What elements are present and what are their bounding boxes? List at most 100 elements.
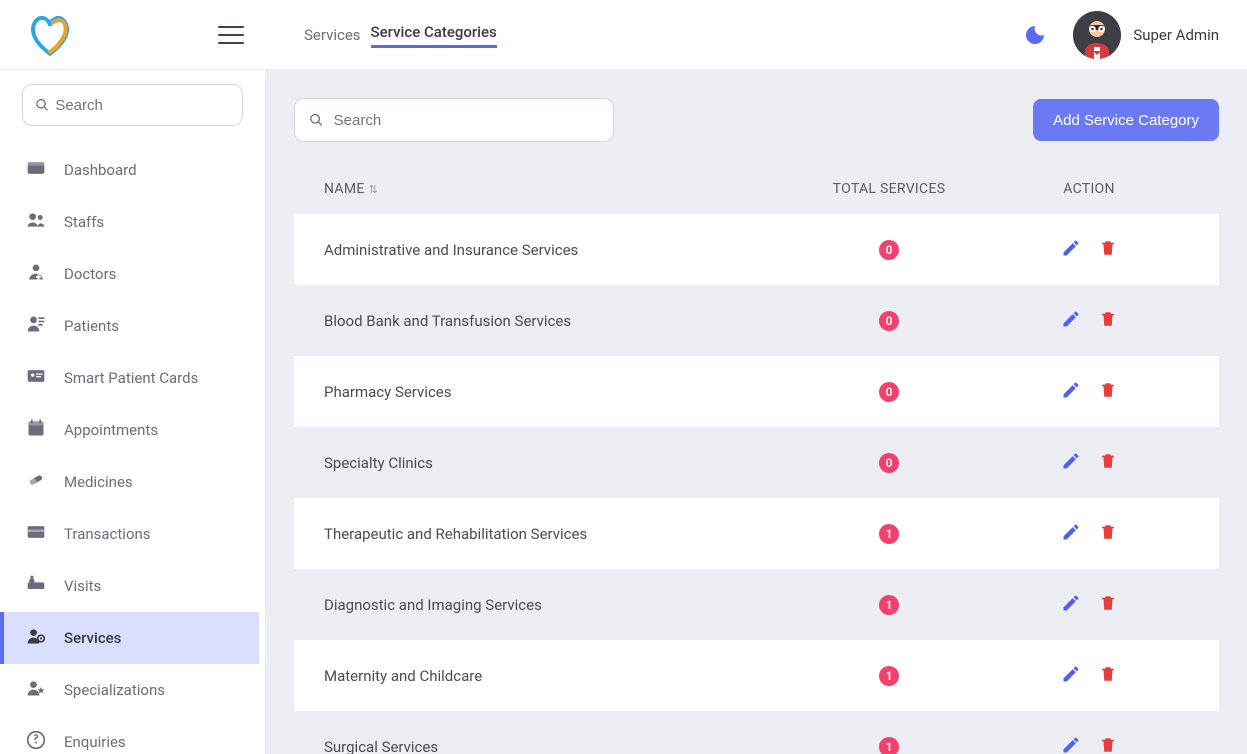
sidebar-search[interactable] — [22, 84, 243, 126]
sidebar-item-services[interactable]: Services — [0, 612, 259, 664]
search-icon — [309, 112, 324, 128]
column-total-services: TOTAL SERVICES — [789, 181, 989, 197]
cell-name: Administrative and Insurance Services — [324, 241, 789, 259]
edit-icon[interactable] — [1061, 380, 1081, 404]
sidebar-item-label: Visits — [64, 577, 101, 595]
delete-icon[interactable] — [1099, 665, 1117, 687]
count-badge: 1 — [879, 524, 899, 544]
sidebar-item-transactions[interactable]: Transactions — [0, 508, 259, 560]
sidebar-item-medicines[interactable]: Medicines — [0, 456, 259, 508]
breadcrumb: Services Service Categories — [304, 21, 497, 48]
menu-toggle[interactable] — [218, 22, 244, 48]
logo[interactable] — [22, 7, 78, 63]
sort-icon: ⇅ — [369, 183, 379, 196]
cell-actions — [989, 593, 1189, 617]
visits-icon — [26, 574, 46, 598]
edit-icon[interactable] — [1061, 451, 1081, 475]
sidebar-item-label: Specializations — [64, 681, 165, 699]
medicines-icon — [26, 470, 46, 494]
cell-total-services: 1 — [789, 594, 989, 615]
cell-name: Pharmacy Services — [324, 383, 789, 401]
sidebar-item-specializations[interactable]: Specializations — [0, 664, 259, 716]
staffs-icon — [26, 210, 46, 234]
table-row: Pharmacy Services0 — [294, 356, 1219, 427]
sidebar-item-patients[interactable]: Patients — [0, 300, 259, 352]
cell-total-services: 0 — [789, 452, 989, 473]
delete-icon[interactable] — [1099, 736, 1117, 754]
delete-icon[interactable] — [1099, 381, 1117, 403]
count-badge: 1 — [879, 666, 899, 686]
table-row: Surgical Services1 — [294, 711, 1219, 754]
column-name[interactable]: NAME⇅ — [324, 181, 789, 197]
delete-icon[interactable] — [1099, 594, 1117, 616]
edit-icon[interactable] — [1061, 664, 1081, 688]
delete-icon[interactable] — [1099, 452, 1117, 474]
sidebar-item-staffs[interactable]: Staffs — [0, 196, 259, 248]
count-badge: 1 — [879, 595, 899, 615]
sidebar-item-label: Patients — [64, 317, 119, 335]
appointments-icon — [26, 418, 46, 442]
sidebar-item-label: Enquiries — [64, 733, 126, 751]
service-categories-table: NAME⇅ TOTAL SERVICES ACTION Administrati… — [294, 164, 1219, 754]
sidebar-item-dashboard[interactable]: Dashboard — [0, 144, 259, 196]
cell-total-services: 0 — [789, 310, 989, 331]
table-row: Diagnostic and Imaging Services1 — [294, 569, 1219, 640]
sidebar-item-label: Doctors — [64, 265, 116, 283]
table-row: Administrative and Insurance Services 0 — [294, 214, 1219, 285]
specializations-icon — [26, 678, 46, 702]
main-search[interactable] — [294, 98, 614, 142]
edit-icon[interactable] — [1061, 309, 1081, 333]
patients-icon — [26, 314, 46, 338]
sidebar-item-label: Transactions — [64, 525, 151, 543]
user-name[interactable]: Super Admin — [1133, 26, 1219, 44]
count-badge: 0 — [879, 240, 899, 260]
add-service-category-button[interactable]: Add Service Category — [1033, 99, 1219, 141]
edit-icon[interactable] — [1061, 735, 1081, 754]
cell-actions — [989, 451, 1189, 475]
cell-actions — [989, 380, 1189, 404]
cell-name: Blood Bank and Transfusion Services — [324, 312, 789, 330]
sidebar-search-input[interactable] — [55, 97, 230, 114]
edit-icon[interactable] — [1061, 593, 1081, 617]
delete-icon[interactable] — [1099, 310, 1117, 332]
delete-icon[interactable] — [1099, 523, 1117, 545]
cell-name: Specialty Clinics — [324, 454, 789, 472]
cell-total-services: 0 — [789, 381, 989, 402]
edit-icon[interactable] — [1061, 522, 1081, 546]
tab-service-categories[interactable]: Service Categories — [371, 21, 497, 48]
count-badge: 0 — [879, 311, 899, 331]
services-icon — [26, 626, 46, 650]
delete-icon[interactable] — [1099, 239, 1117, 261]
sidebar-item-enquiries[interactable]: Enquiries — [0, 716, 259, 754]
table-header: NAME⇅ TOTAL SERVICES ACTION — [294, 164, 1219, 214]
sidebar-item-smart-patient-cards[interactable]: Smart Patient Cards — [0, 352, 259, 404]
main-toolbar: Add Service Category — [294, 98, 1219, 142]
sidebar-item-doctors[interactable]: Doctors — [0, 248, 259, 300]
cell-actions — [989, 238, 1189, 262]
cell-name: Maternity and Childcare — [324, 667, 789, 685]
main-search-input[interactable] — [334, 112, 599, 129]
cell-total-services: 0 — [789, 239, 989, 260]
avatar[interactable] — [1073, 11, 1121, 59]
sidebar-item-label: Medicines — [64, 473, 133, 491]
search-icon — [35, 97, 49, 113]
count-badge: 0 — [879, 453, 899, 473]
sidebar-item-visits[interactable]: Visits — [0, 560, 259, 612]
cell-actions — [989, 309, 1189, 333]
cell-actions — [989, 522, 1189, 546]
count-badge: 1 — [879, 737, 899, 754]
enquiries-icon — [26, 730, 46, 754]
main-content: Add Service Category NAME⇅ TOTAL SERVICE… — [266, 70, 1247, 754]
sidebar-item-label: Staffs — [64, 213, 104, 231]
sidebar-item-appointments[interactable]: Appointments — [0, 404, 259, 456]
cell-total-services: 1 — [789, 665, 989, 686]
edit-icon[interactable] — [1061, 238, 1081, 262]
dark-mode-toggle[interactable] — [1023, 23, 1047, 47]
tab-services[interactable]: Services — [304, 24, 361, 46]
transactions-icon — [26, 522, 46, 546]
cell-name: Therapeutic and Rehabilitation Services — [324, 525, 789, 543]
cell-total-services: 1 — [789, 736, 989, 754]
table-row: Specialty Clinics 0 — [294, 427, 1219, 498]
cell-total-services: 1 — [789, 523, 989, 544]
sidebar: Dashboard Staffs Doctors Patients Smart Pati… — [0, 70, 266, 754]
